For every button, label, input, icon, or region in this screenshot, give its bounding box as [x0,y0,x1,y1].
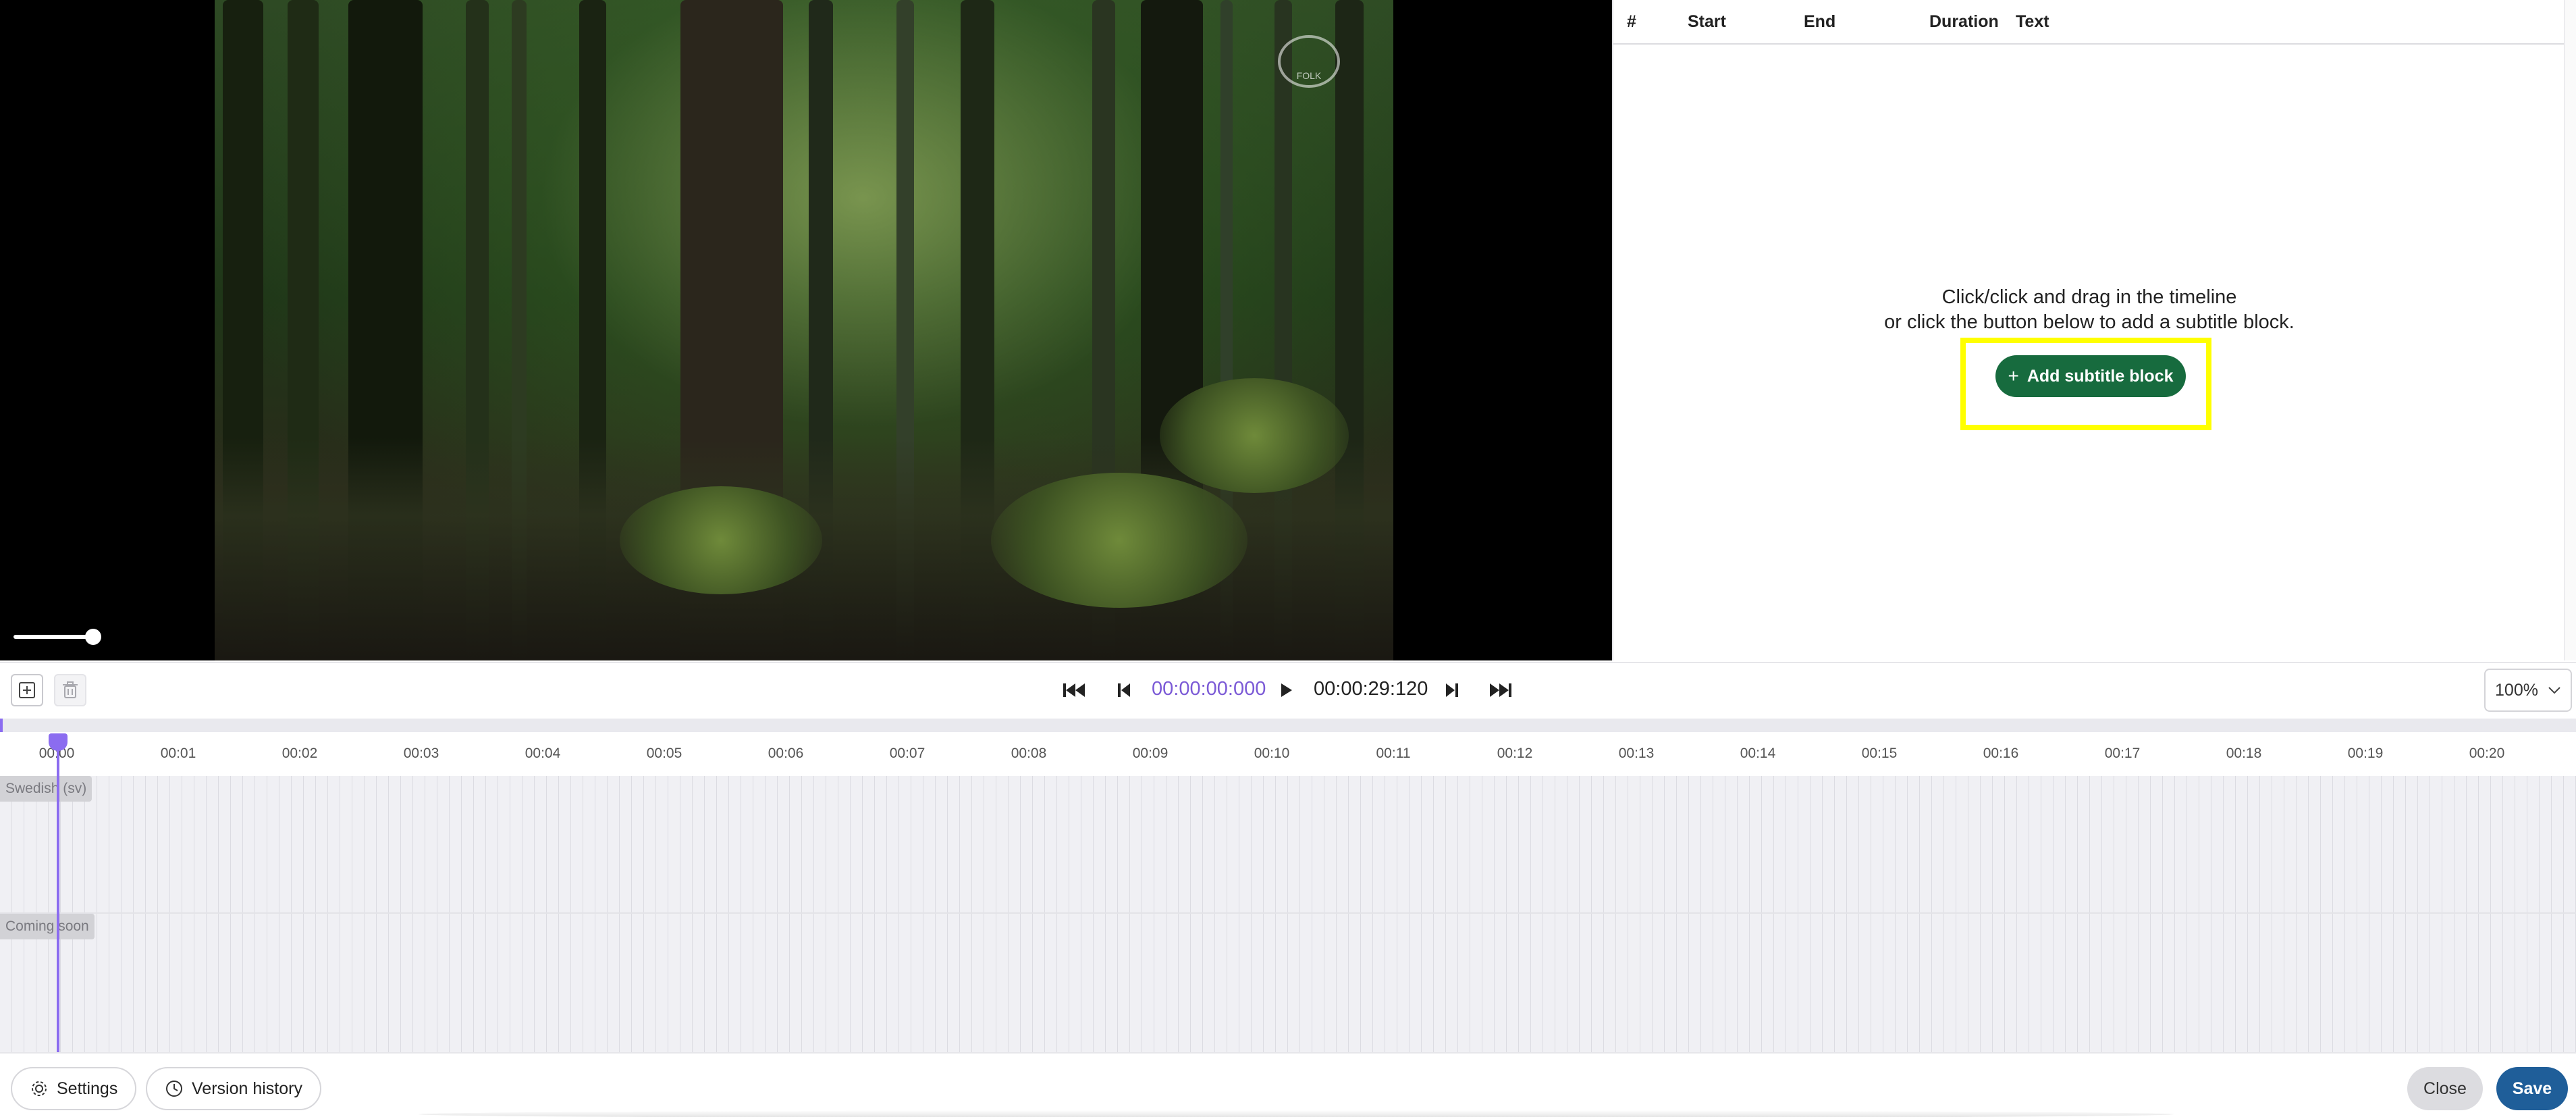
tick-label: 00:19 [2347,746,2384,761]
add-block-tool-button[interactable] [11,674,43,706]
column-header-end: End [1804,12,1836,31]
tick-label: 00:17 [2104,746,2141,761]
column-header-duration: Duration [1929,12,1999,31]
gear-icon [32,1081,47,1096]
zoom-dropdown[interactable]: 100% [2484,669,2572,712]
subtitle-editor: FOLK # Start End Duration Text Click/cli… [0,0,2576,1117]
plus-icon: + [2008,365,2019,386]
tick-label: 00:20 [2469,746,2505,761]
version-history-label: Version history [192,1079,302,1098]
footer-bar: Settings Version history Close Save [0,1052,2576,1117]
skip-to-end-icon [1490,683,1511,697]
total-duration-display: 00:00:29:120 [1314,678,1428,700]
clock-history-icon [166,1081,182,1097]
video-player[interactable]: FOLK [0,0,1612,660]
version-history-button[interactable]: Version history [146,1067,321,1110]
save-button[interactable]: Save [2496,1067,2568,1110]
settings-button[interactable]: Settings [11,1067,137,1110]
column-header-number: # [1627,12,1636,31]
timeline-start-marker [0,719,3,732]
tick-label: 00:07 [889,746,925,761]
current-time-display: 00:00:00:000 [1152,678,1266,700]
tick-label: 00:10 [1254,746,1290,761]
tick-label: 00:13 [1618,746,1655,761]
volume-slider-knob[interactable] [85,629,101,645]
tick-label: 00:06 [768,746,804,761]
skip-to-end-button[interactable] [1485,677,1515,704]
column-header-text: Text [2016,12,2049,31]
watermark-logo: FOLK [1278,35,1340,88]
empty-state-instruction-secondary: or click the button below to add a subti… [1884,311,2295,333]
skip-to-start-icon [1063,683,1085,697]
tick-label: 00:14 [1740,746,1776,761]
playhead-line[interactable] [57,737,59,1052]
tick-label: 00:03 [403,746,439,761]
track-label-swedish: Swedish (sv) [0,776,92,802]
tick-label: 00:12 [1497,746,1533,761]
step-forward-button[interactable] [1437,677,1466,704]
playhead-handle[interactable] [49,733,68,751]
moss-patch [991,473,1247,608]
tick-label: 00:04 [525,746,561,761]
volume-slider-track[interactable] [14,635,93,639]
tick-label: 00:01 [160,746,196,761]
tick-label: 00:18 [2226,746,2262,761]
tick-label: 00:05 [646,746,682,761]
tick-label: 00:11 [1376,746,1411,761]
table-scrollbar[interactable] [2564,0,2576,660]
moss-patch [1160,378,1349,493]
tick-label: 00:02 [281,746,318,761]
step-back-button[interactable] [1110,677,1139,704]
play-button[interactable] [1272,677,1302,704]
step-back-icon [1118,683,1130,697]
tick-label: 00:09 [1132,746,1169,761]
tick-label: 00:16 [1983,746,2019,761]
tick-label: 00:08 [1011,746,1047,761]
subtitle-table-panel: # Start End Duration Text Click/click an… [1612,0,2576,660]
skip-to-start-button[interactable] [1060,677,1090,704]
zoom-value: 100% [2495,680,2538,700]
play-icon [1281,683,1292,697]
add-subtitle-block-button[interactable]: + Add subtitle block [1995,355,2186,397]
settings-label: Settings [57,1079,118,1098]
empty-state-instruction: Click/click and drag in the timeline [1941,286,2237,308]
chevron-down-icon [2548,687,2560,694]
add-subtitle-block-label: Add subtitle block [2027,366,2174,386]
moss-patch [620,486,822,594]
timeline[interactable]: 00:0000:0100:0200:0300:0400:0500:0600:07… [0,719,2576,1052]
transport-bar: 00:00:00:000 00:00:29:120 100% [0,662,2576,719]
track-divider [0,912,2576,914]
track-label-coming-soon: Coming soon [0,914,95,939]
timeline-ruler[interactable]: 00:0000:0100:0200:0300:0400:0500:0600:07… [0,719,2576,776]
footer-shadow [419,1110,2174,1117]
tick-label: 00:15 [1861,746,1898,761]
timeline-scrub-bar[interactable] [0,719,2576,732]
close-button[interactable]: Close [2407,1067,2483,1110]
column-header-start: Start [1688,12,1726,31]
step-forward-icon [1446,683,1458,697]
delete-block-button[interactable] [54,674,86,706]
subtitle-table-header: # Start End Duration Text [1613,0,2565,45]
video-frame[interactable]: FOLK [215,0,1393,660]
add-square-icon [19,682,35,698]
trash-icon [63,681,78,698]
